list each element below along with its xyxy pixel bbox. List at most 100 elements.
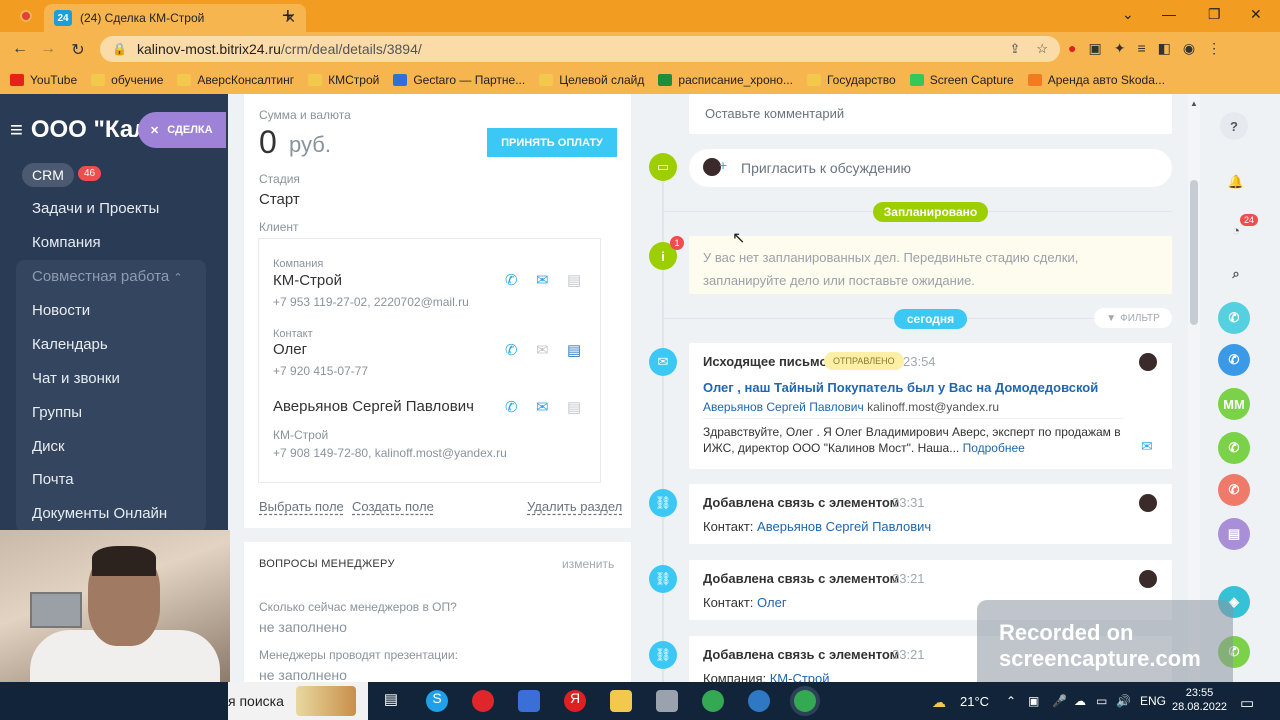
browser-menu-icon[interactable]: ⋮ (1207, 40, 1221, 57)
skype-icon[interactable]: S (426, 690, 448, 712)
select-field-link[interactable]: Выбрать поле (259, 499, 344, 514)
burger-menu-icon[interactable]: ≡ (10, 117, 23, 143)
tray-app-icon[interactable]: ▣ (1028, 694, 1039, 708)
company-name[interactable]: КМ-Строй (273, 272, 342, 289)
profile-avatar-icon[interactable]: ◉ (1183, 40, 1195, 57)
scroll-up-icon[interactable]: ▲ (1190, 99, 1198, 108)
menu-group-collab[interactable]: Совместная работа ⌃ (32, 268, 183, 285)
opera-icon[interactable] (472, 690, 494, 712)
bookmark-item[interactable]: YouTube (10, 73, 77, 87)
person-mail-icon[interactable]: ✉ (536, 398, 549, 416)
link-activity-card[interactable]: Добавлена связь с элементом 23:31 Контак… (689, 484, 1172, 544)
help-icon[interactable]: ? (1220, 112, 1248, 140)
temperature[interactable]: 21°C (960, 694, 989, 709)
extension-icon[interactable]: ▣ (1088, 40, 1101, 57)
menu-item-disk[interactable]: Диск (32, 438, 65, 455)
side-panel-icon[interactable]: ◧ (1158, 40, 1171, 57)
forward-icon[interactable]: → (34, 40, 62, 58)
bookmark-item[interactable]: АверсКонсалтинг (177, 73, 294, 87)
file-explorer-icon[interactable] (610, 690, 632, 712)
new-tab-icon[interactable]: + (282, 6, 294, 26)
bookmark-star-icon[interactable]: ☆ (1036, 41, 1048, 57)
q2-value[interactable]: не заполнено (259, 667, 347, 683)
call-contact-icon[interactable]: ✆ (1218, 302, 1250, 334)
bookmark-item[interactable]: Аренда авто Skoda... (1027, 73, 1165, 87)
puzzle-icon[interactable]: ✦ (1114, 40, 1126, 57)
person-chat-icon[interactable]: ▤ (567, 398, 581, 416)
menu-item-news[interactable]: Новости (32, 302, 90, 319)
tray-chevron-icon[interactable]: ⌃ (1006, 694, 1016, 708)
call-contact-icon[interactable]: ✆ (1218, 432, 1250, 464)
delete-section-link[interactable]: Удалить раздел (527, 499, 622, 514)
weather-icon[interactable]: ☁ (932, 694, 946, 711)
q1-value[interactable]: не заполнено (259, 619, 347, 635)
person-call-icon[interactable]: ✆ (505, 398, 518, 416)
tab-list-chevron-icon[interactable]: ⌄ (1122, 6, 1134, 23)
menu-item-chat[interactable]: Чат и звонки (32, 370, 120, 387)
company-chat-icon[interactable]: ▤ (567, 271, 581, 289)
share-icon[interactable]: ⇪ (1009, 41, 1020, 57)
window-close-icon[interactable]: ✕ (1250, 6, 1262, 23)
group-chat-icon[interactable]: ▤ (1218, 518, 1250, 550)
contact-call-icon[interactable]: ✆ (505, 341, 518, 359)
user-mm-avatar[interactable]: ММ (1218, 388, 1250, 420)
questions-edit-link[interactable]: изменить (562, 557, 614, 571)
email-activity-card[interactable]: Исходящее письмо ОТПРАВЛЕНО 23:54 Олег ,… (689, 343, 1172, 469)
link-target[interactable]: Аверьянов Сергей Павлович (757, 519, 931, 534)
yandex-extension-icon[interactable]: ● (1068, 40, 1076, 57)
invite-box[interactable]: + Пригласить к обсуждению (689, 149, 1172, 187)
call-contact-icon[interactable]: ✆ (1218, 344, 1250, 376)
notifications-bell-icon[interactable]: 🔔 (1220, 166, 1252, 198)
menu-item-docs[interactable]: Документы Онлайн (32, 505, 167, 522)
taskbar-search-box[interactable]: я поиска (228, 682, 368, 720)
onedrive-icon[interactable]: ☁ (1074, 694, 1086, 708)
email-subject-link[interactable]: Олег , наш Тайный Покупатель был у Вас н… (703, 380, 1098, 395)
create-field-link[interactable]: Создать поле (352, 499, 434, 514)
microphone-icon[interactable]: 🎤 (1052, 694, 1067, 708)
email-from-name[interactable]: Аверьянов Сергей Павлович (703, 400, 864, 414)
comment-box[interactable]: Оставьте комментарий (689, 94, 1172, 134)
media-queue-icon[interactable]: ≡ (1137, 40, 1145, 57)
app-icon[interactable] (748, 690, 770, 712)
yandex-browser-icon[interactable]: Я (564, 690, 586, 712)
author-avatar[interactable] (1139, 570, 1157, 588)
menu-item-calendar[interactable]: Календарь (32, 336, 108, 353)
minimize-icon[interactable]: — (1162, 6, 1176, 22)
notification-center-icon[interactable]: ▭ (1240, 694, 1254, 712)
reply-mail-icon[interactable]: ✉ (1141, 438, 1153, 455)
bookmark-item[interactable]: Государство (806, 73, 896, 87)
company-mail-icon[interactable]: ✉ (536, 271, 549, 289)
contact-name[interactable]: Олег (273, 341, 307, 358)
chrome-icon[interactable] (702, 690, 724, 712)
person-name[interactable]: Аверьянов Сергей Павлович (273, 398, 474, 415)
email-more-link[interactable]: Подробнее (963, 441, 1025, 455)
author-avatar[interactable] (1139, 494, 1157, 512)
call-contact-icon[interactable]: ✆ (1218, 474, 1250, 506)
contact-mail-icon[interactable]: ✉ (536, 341, 549, 359)
calculator-icon[interactable] (518, 690, 540, 712)
maximize-icon[interactable]: ❐ (1208, 6, 1221, 23)
reload-icon[interactable]: ↻ (64, 40, 92, 60)
link-target[interactable]: Олег (757, 595, 787, 610)
search-icon[interactable]: ⌕ (1220, 258, 1252, 290)
company-call-icon[interactable]: ✆ (505, 271, 518, 289)
scrollbar-thumb[interactable] (1190, 180, 1198, 325)
portal-title[interactable]: ≡ ООО "Кал (10, 116, 148, 144)
bookmark-item[interactable]: Gectaro — Партне... (393, 73, 525, 87)
deal-close-pill[interactable]: ✕ СДЕЛКА (138, 112, 226, 148)
menu-item-company[interactable]: Компания (32, 234, 101, 251)
author-avatar[interactable] (1139, 353, 1157, 371)
contact-chat-icon[interactable]: ▤ (567, 341, 581, 359)
menu-item-mail[interactable]: Почта (32, 471, 74, 488)
network-icon[interactable]: ▭ (1096, 694, 1107, 708)
volume-icon[interactable]: 🔊 (1116, 694, 1131, 708)
stage-value[interactable]: Старт (259, 191, 300, 208)
chrome-active-icon[interactable] (794, 690, 816, 712)
bookmark-item[interactable]: обучение (91, 73, 163, 87)
filter-button[interactable]: ▼ ФИЛЬТР (1094, 308, 1172, 328)
accept-payment-button[interactable]: ПРИНЯТЬ ОПЛАТУ (487, 128, 617, 157)
close-icon[interactable]: ✕ (150, 124, 159, 137)
camera-icon[interactable] (656, 690, 678, 712)
back-icon[interactable]: ← (6, 40, 34, 58)
browser-tab-active[interactable]: 24 (24) Сделка КМ-Строй ✕ (44, 4, 306, 32)
